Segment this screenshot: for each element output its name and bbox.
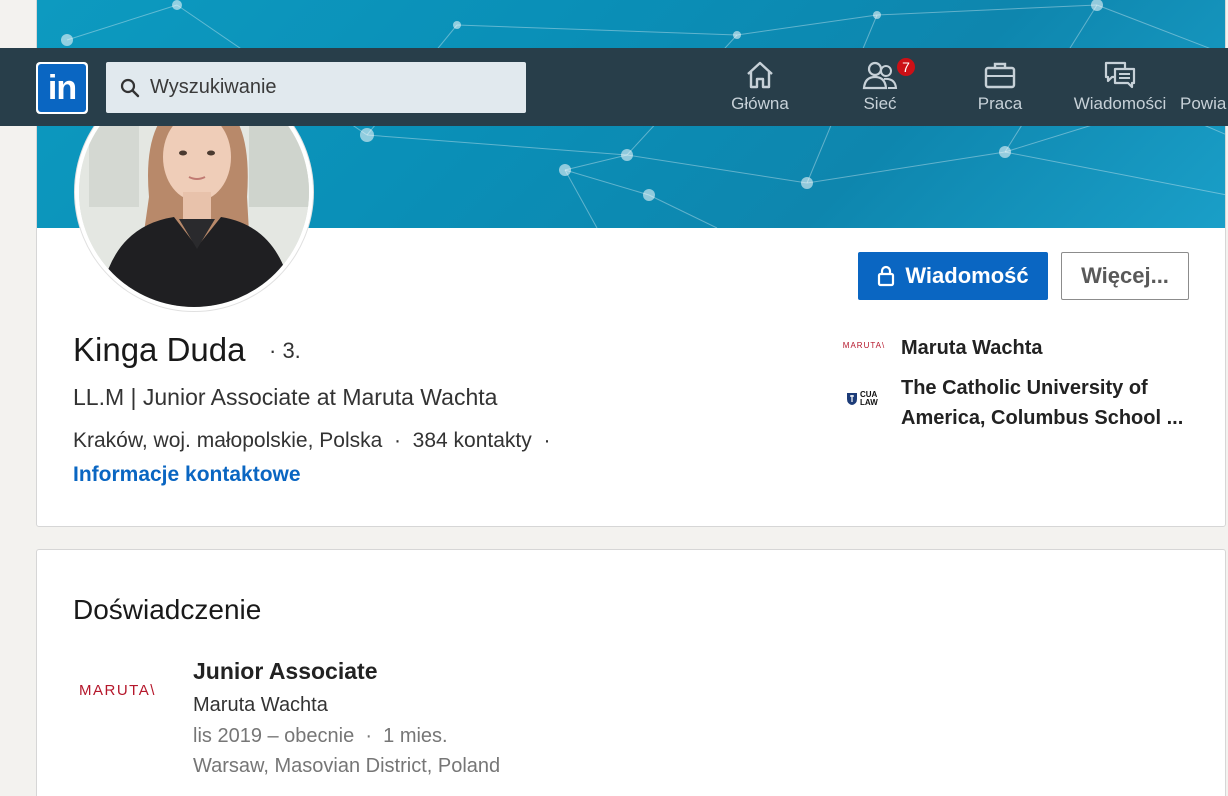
search-icon [120, 78, 140, 97]
profile-name: Kinga Duda [73, 331, 246, 368]
experience-location: Warsaw, Masovian District, Poland [193, 755, 501, 777]
connection-degree: · 3. [269, 338, 301, 363]
experience-card: Doświadczenie MARUTA\ Junior Associate M… [36, 549, 1226, 796]
experience-role[interactable]: Junior Associate [193, 658, 377, 685]
experience-duration: 1 mies. [383, 725, 448, 747]
maruta-logo[interactable]: MARUTA\ [79, 682, 159, 706]
contact-info-link[interactable]: Informacje kontaktowe [73, 463, 301, 487]
nav-notifications-label: Powia [1180, 94, 1227, 113]
profile-location: Kraków, woj. małopolskie, Polska [73, 429, 383, 452]
messages-icon [1104, 61, 1136, 89]
education-item[interactable]: CUA LAW The Catholic University of Ameri… [845, 373, 1191, 433]
top-navbar: in Główna 7 Sieć Praca [0, 48, 1228, 126]
experience-dates-line: lis 2019 – obecnie · 1 mies. [193, 725, 448, 748]
profile-connections[interactable]: 384 kontakty [413, 429, 532, 452]
experience-dates: lis 2019 – obecnie [193, 725, 355, 747]
search-bar[interactable] [106, 62, 526, 113]
nav-messages-label: Wiadomości [1073, 94, 1167, 113]
location-connections-line: Kraków, woj. małopolskie, Polska · 384 k… [73, 429, 550, 453]
shield-icon [847, 393, 857, 405]
nav-home-label: Główna [731, 94, 789, 113]
nav-jobs[interactable]: Praca [968, 60, 1032, 120]
notifications-icon [1180, 60, 1210, 90]
current-company-item[interactable]: MARUTA\ Maruta Wachta [842, 333, 1191, 363]
nav-messages[interactable]: Wiadomości [1070, 60, 1170, 120]
network-badge: 7 [895, 56, 917, 78]
linkedin-logo[interactable]: in [36, 62, 88, 114]
separator-dot: · [388, 429, 407, 452]
nav-network-label: Sieć [863, 94, 897, 113]
profile-headline: LL.M | Junior Associate at Maruta Wachta [73, 384, 498, 410]
linkedin-logo-mark: in [38, 64, 86, 112]
current-company-label: Maruta Wachta [901, 337, 1043, 359]
more-button[interactable]: Więcej... [1061, 252, 1189, 300]
separator-dot: · [537, 429, 551, 452]
nav-jobs-label: Praca [977, 94, 1023, 113]
experience-section-title: Doświadczenie [73, 594, 262, 625]
lock-icon [878, 265, 895, 287]
education-label: The Catholic University of America, Colu… [901, 377, 1184, 429]
nav-notifications[interactable]: Powia [1180, 60, 1228, 120]
message-button-label: Wiadomość [905, 263, 1029, 288]
nav-home[interactable]: Główna [728, 60, 792, 120]
network-icon [862, 61, 898, 90]
maruta-logo: MARUTA\ [842, 340, 886, 350]
search-input[interactable] [150, 76, 520, 99]
briefcase-icon [984, 62, 1016, 89]
nav-network[interactable]: 7 Sieć [848, 56, 917, 120]
message-button[interactable]: Wiadomość [858, 252, 1048, 300]
experience-company: Maruta Wachta [193, 694, 328, 716]
cua-law-logo: CUA LAW [845, 387, 883, 411]
home-icon [747, 61, 773, 89]
separator-dot: · [359, 725, 378, 747]
